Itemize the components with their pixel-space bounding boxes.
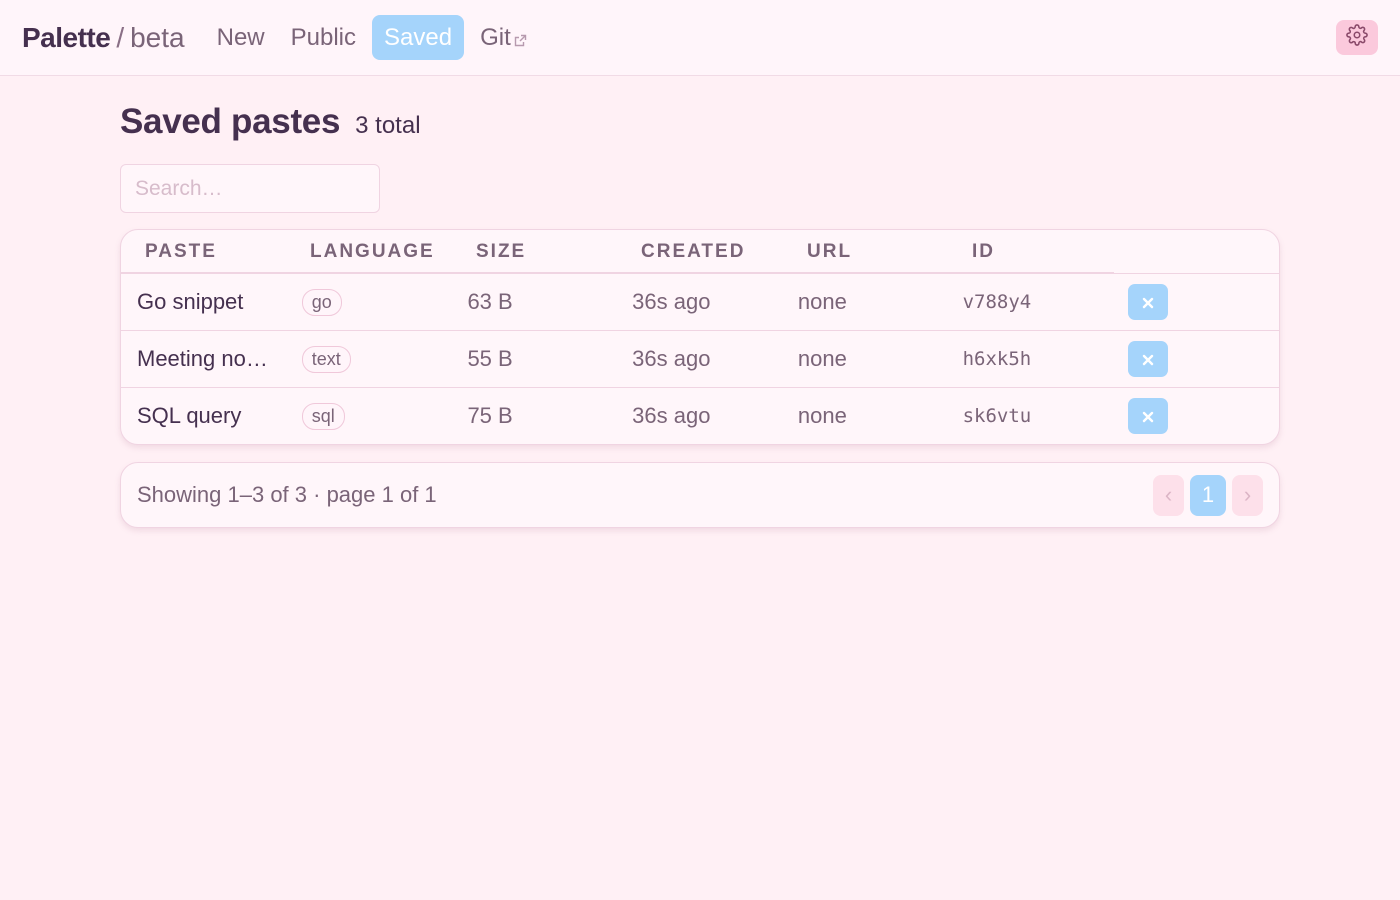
paste-name[interactable]: Meeting no… [121,346,286,372]
pastes-table: PASTE LANGUAGE SIZE CREATED URL ID Go sn… [120,229,1280,445]
actions-cell [1112,341,1279,377]
next-page-button[interactable]: › [1232,474,1263,516]
actions-cell [1112,398,1279,434]
paste-url: none [797,403,847,428]
paste-created: 36s ago [632,346,711,371]
column-header-created[interactable]: CREATED [617,230,783,273]
language-cell: sql [286,402,452,430]
pagination: ‹ 1 › [1153,474,1263,516]
page-title: Saved pastes [120,102,341,141]
language-badge: go [301,289,342,316]
column-header-id[interactable]: ID [948,230,1114,273]
table-row[interactable]: Meeting no… text 55 B 36s ago none h6xk5… [121,330,1279,387]
paste-created: 36s ago [632,289,711,314]
title-row: Saved pastes 3 total [120,102,1280,144]
actions-cell [1112,284,1279,320]
nav-new[interactable]: New [207,15,275,60]
settings-button[interactable] [1336,20,1378,55]
delete-button[interactable] [1128,398,1169,434]
page-button-1[interactable]: 1 [1190,474,1226,516]
main-nav: New Public Saved Git [207,15,537,60]
paste-size: 63 B [467,289,513,314]
language-badge: sql [301,403,345,430]
language-badge: text [301,346,351,373]
column-header-paste[interactable]: PASTE [121,230,286,273]
column-header-size[interactable]: SIZE [452,230,617,273]
paste-size: 55 B [467,346,513,371]
nav-git[interactable]: Git [470,15,537,60]
delete-button[interactable] [1128,341,1169,377]
main-content: Saved pastes 3 total PASTE LANGUAGE SIZE… [0,102,1400,528]
column-header-language[interactable]: LANGUAGE [286,230,452,273]
paste-size: 75 B [467,403,513,428]
prev-page-button[interactable]: ‹ [1153,474,1184,516]
brand-subtitle: beta [130,21,185,53]
language-cell: text [286,345,452,373]
nav-public[interactable]: Public [281,15,366,60]
paste-name[interactable]: SQL query [121,403,286,429]
table-header: PASTE LANGUAGE SIZE CREATED URL ID [121,230,1279,273]
table-row[interactable]: Go snippet go 63 B 36s ago none v788y4 [121,273,1279,330]
column-header-url[interactable]: URL [783,230,948,273]
language-cell: go [286,288,452,316]
total-count: 3 total [355,112,421,139]
paste-url: none [797,346,847,371]
nav-saved[interactable]: Saved [372,15,465,60]
close-icon [1142,403,1154,429]
delete-button[interactable] [1128,284,1169,320]
showing-summary: Showing 1–3 of 3 · page 1 of 1 [137,482,437,507]
nav-git-label: Git [480,24,511,51]
brand-name: Palette [22,21,111,53]
pagination-bar: Showing 1–3 of 3 · page 1 of 1 ‹ 1 › [120,462,1280,528]
paste-id: sk6vtu [962,405,1032,427]
top-bar: Palette / beta New Public Saved Git [0,0,1400,76]
close-icon [1142,289,1154,315]
paste-url: none [797,289,847,314]
paste-id: h6xk5h [962,348,1032,370]
paste-created: 36s ago [632,403,711,428]
search-input[interactable] [120,164,380,213]
brand[interactable]: Palette / beta [22,22,185,54]
external-link-icon [514,17,527,62]
paste-name[interactable]: Go snippet [121,289,286,315]
close-icon [1142,346,1154,372]
brand-separator: / [116,21,125,53]
gear-icon [1346,24,1368,51]
table-row[interactable]: SQL query sql 75 B 36s ago none sk6vtu [121,387,1279,444]
paste-id: v788y4 [962,291,1032,313]
